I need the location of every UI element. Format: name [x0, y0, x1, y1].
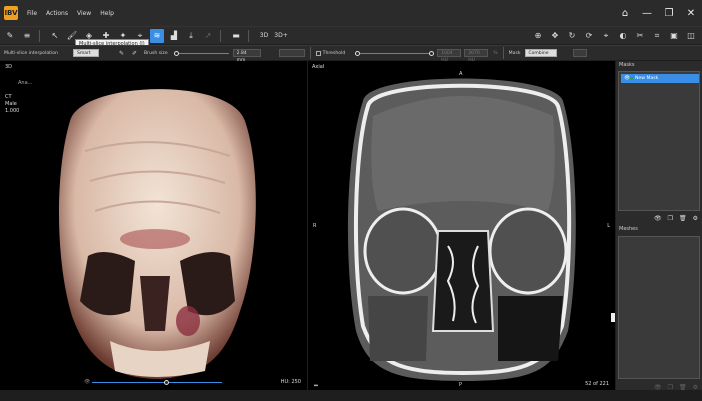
paint-icon[interactable]: ✎	[119, 50, 124, 57]
brush-size-field[interactable]: 2.84 mm	[232, 49, 261, 63]
refresh-icon[interactable]: ⟳	[582, 29, 596, 43]
restore-button[interactable]: ❐	[658, 0, 680, 26]
threshold-slider[interactable]	[355, 50, 435, 56]
mask-mode-dropdown[interactable]: Combine	[524, 49, 557, 57]
options-divider	[309, 47, 311, 59]
ct-slice	[347, 78, 576, 381]
zoom-icon[interactable]: ⊕	[531, 29, 545, 43]
mask-label: Mask	[508, 50, 521, 56]
window-controls: ⌂ — ❐ ✕	[614, 0, 702, 26]
masks-title: Masks	[616, 61, 702, 70]
threshold-min-knob[interactable]	[355, 50, 361, 56]
menu-help[interactable]: Help	[100, 10, 114, 17]
mask-item-label: New Mask	[635, 76, 659, 81]
panel-icon[interactable]: ◫	[684, 29, 698, 43]
ruler-icon: ▂	[314, 381, 318, 387]
options-bar: Multi-slice interpolation Smart ✎ ✐ Brus…	[0, 45, 702, 63]
toolbar-divider	[248, 29, 249, 42]
slider-knob[interactable]	[173, 50, 179, 56]
hu-label: HU: 250	[280, 379, 301, 385]
minimize-button[interactable]: —	[636, 0, 658, 26]
interp-mode-dropdown[interactable]: Smart	[72, 49, 99, 57]
settings-icon[interactable]: ⚙	[693, 215, 698, 222]
skull-render	[58, 89, 256, 379]
view-axial[interactable]: Axial A P R L ▂ 52 of 221	[308, 61, 615, 390]
mask-color-swatch[interactable]	[630, 77, 633, 80]
visibility-icon[interactable]: 👁	[624, 74, 630, 83]
layers-icon[interactable]: ≡	[20, 29, 34, 43]
toolbar-divider	[39, 29, 40, 42]
eyedrop-icon[interactable]: ✐	[132, 50, 137, 57]
menu-bar: IBV File Actions View Help	[0, 0, 702, 26]
delete-icon[interactable]: 🗑	[679, 215, 687, 222]
masks-actions: 👁 ❐ 🗑 ⚙	[616, 213, 702, 223]
show-all-icon[interactable]: 👁	[654, 215, 662, 222]
contrast-icon[interactable]: ◐	[616, 29, 630, 43]
masks-list: 👁 New Mask	[618, 71, 700, 211]
apply-button[interactable]	[572, 49, 587, 57]
eye-icon[interactable]: 👁	[84, 379, 90, 385]
meshes-title: Meshes	[616, 225, 702, 234]
mask-item[interactable]: 👁 New Mask	[621, 74, 699, 83]
options-divider	[502, 47, 504, 59]
meshes-list	[618, 236, 700, 379]
pointer-icon[interactable]: ↖	[48, 29, 62, 43]
menu-view[interactable]: View	[77, 10, 91, 17]
view3d-slider[interactable]	[92, 380, 222, 385]
toolbar-divider	[220, 29, 221, 42]
clip-icon[interactable]: ✂	[633, 29, 647, 43]
duplicate-icon[interactable]: ❐	[668, 215, 673, 222]
menu-actions[interactable]: Actions	[46, 10, 68, 17]
view3d-slider-knob[interactable]	[164, 380, 169, 385]
right-panel: Masks 👁 New Mask 👁 ❐ 🗑 ⚙ Meshes 👁 ❐ 🗑 ⚙	[616, 61, 702, 401]
menu-file[interactable]: File	[27, 10, 37, 17]
threshold-label: Threshold	[322, 50, 346, 56]
disabled-button	[278, 49, 305, 57]
link-icon[interactable]: %	[493, 51, 497, 56]
crop-icon[interactable]: ⌗	[650, 29, 664, 43]
status-bar	[0, 390, 702, 401]
view-3d[interactable]: 3D Ana... CT Male 1.000 👁 HU: 250	[0, 61, 307, 390]
interp-label: Multi-slice interpolation	[4, 50, 58, 56]
3d-view-icon[interactable]: 3D	[257, 29, 271, 43]
slice-counter: 52 of 221	[585, 381, 609, 387]
threshold-min-field[interactable]: 1004 HU	[437, 49, 462, 63]
disabled-tool-icon[interactable]: ↗	[201, 29, 215, 43]
threshold-checkbox[interactable]	[315, 50, 321, 56]
crosshair-icon[interactable]: ⌖	[599, 29, 613, 43]
home-icon[interactable]: ⌂	[614, 0, 636, 26]
histogram-icon[interactable]: ▟	[167, 29, 181, 43]
tools-icon[interactable]: ✎	[3, 29, 17, 43]
pan-icon[interactable]: ✥	[548, 29, 562, 43]
threshold-max-knob[interactable]	[429, 50, 435, 56]
app-logo: IBV	[4, 6, 18, 20]
rotate-icon[interactable]: ↻	[565, 29, 579, 43]
multi-slice-interpolation-icon[interactable]: ≋	[150, 28, 164, 43]
import-icon[interactable]: ⤓	[184, 29, 198, 43]
scroll-handle[interactable]	[611, 313, 615, 322]
threshold-max-field[interactable]: 3070 HU	[464, 49, 489, 63]
3d-export-icon[interactable]: 3D+	[274, 29, 288, 43]
brush-size-label: Brush size	[144, 50, 168, 56]
brush-size-slider[interactable]	[173, 50, 229, 56]
close-button[interactable]: ✕	[680, 0, 702, 26]
ruler-icon[interactable]: ▬	[229, 29, 243, 43]
layout-icon[interactable]: ▣	[667, 29, 681, 43]
